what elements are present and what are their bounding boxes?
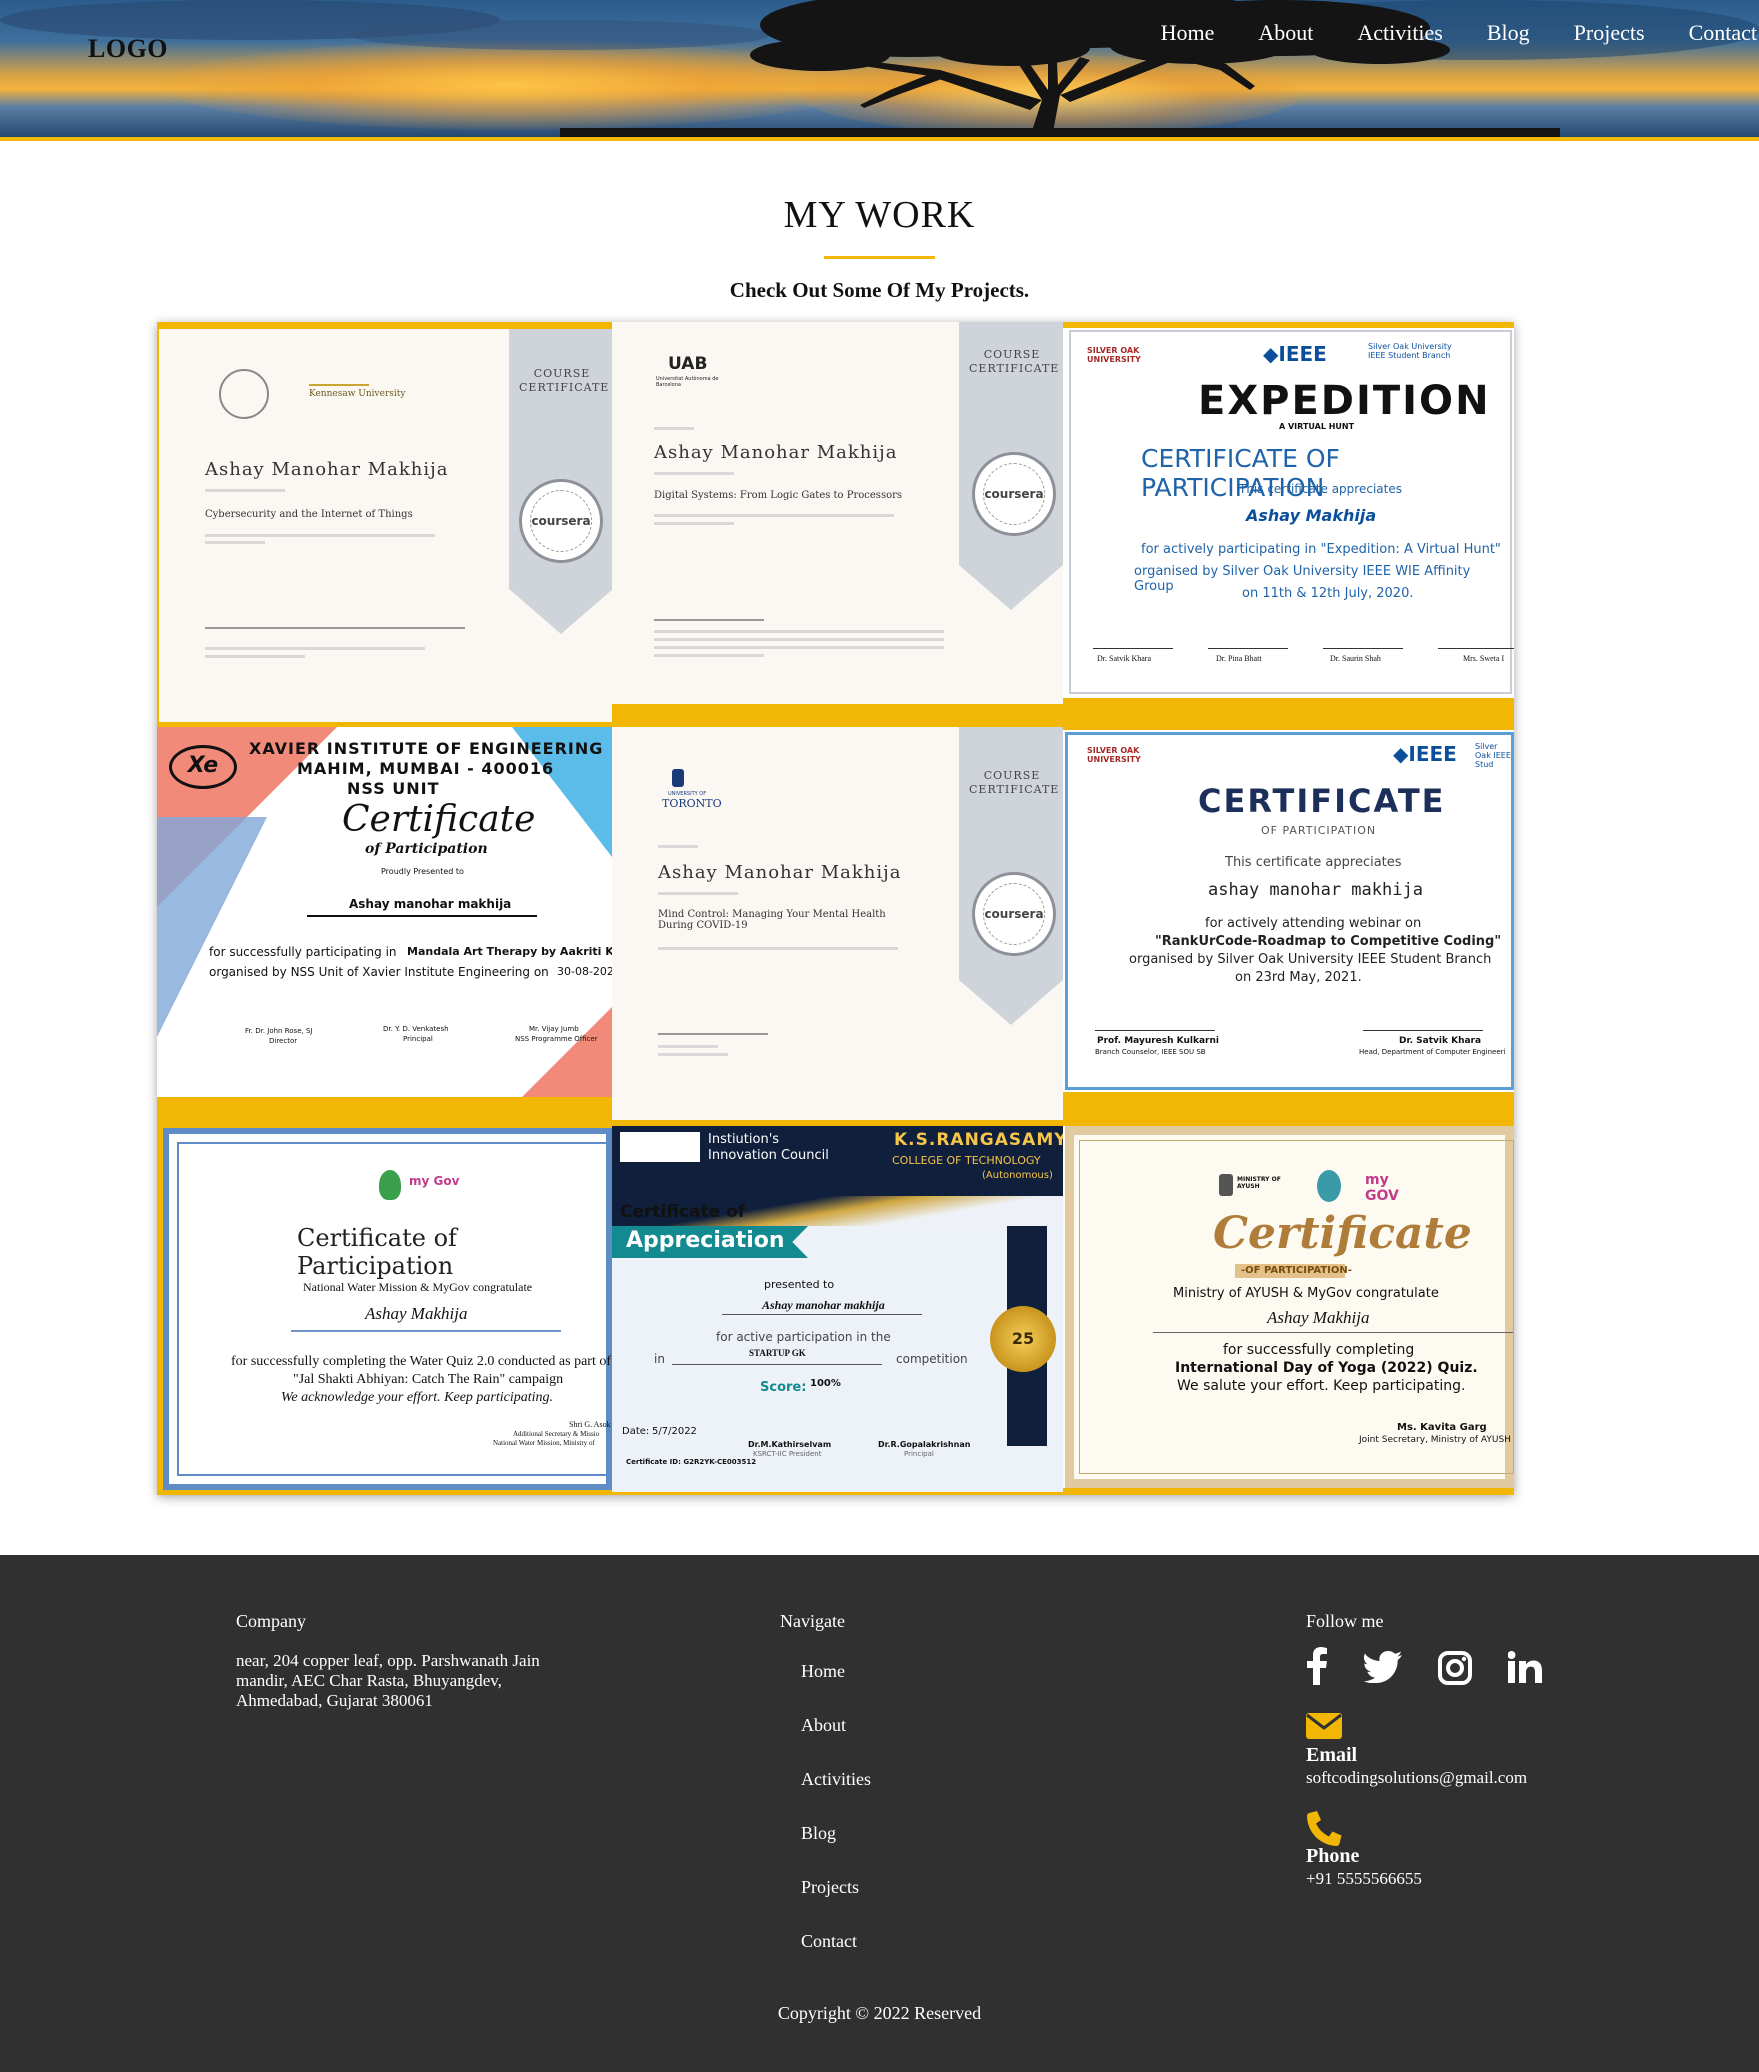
recipient-name: Ashay Makhija xyxy=(1246,506,1377,525)
coursera-seal-icon: coursera xyxy=(519,479,603,563)
footer-nav-contact[interactable]: Contact xyxy=(801,1931,857,1952)
nav-blog[interactable]: Blog xyxy=(1487,20,1530,46)
certificate-label: COURSE CERTIFICATE xyxy=(519,367,610,394)
org-logo: Kennesaw University xyxy=(309,389,406,399)
certificate-card[interactable]: Xe XAVIER INSTITUTE OF ENGINEERING MAHIM… xyxy=(157,727,612,1097)
footer-nav-activities[interactable]: Activities xyxy=(801,1769,871,1790)
recipient-name: Ashay Manohar Makhija xyxy=(654,442,898,463)
site-logo[interactable]: LOGO xyxy=(88,34,168,64)
certificate-card[interactable]: UNIVERSITY OF TORONTO Ashay Manohar Makh… xyxy=(612,727,1063,1120)
footer-nav-projects[interactable]: Projects xyxy=(801,1877,859,1898)
certificate-card[interactable]: my Gov Certificate of Participation Nati… xyxy=(163,1128,612,1490)
university-logo: SILVER OAK UNIVERSITY xyxy=(1087,746,1141,764)
certificate-heading: Certificate of Participation xyxy=(297,1224,457,1280)
iic-logo xyxy=(620,1132,700,1162)
recipient-name: Ashay Makhija xyxy=(365,1304,468,1323)
emblem-icon xyxy=(1219,1174,1233,1196)
linkedin-icon[interactable] xyxy=(1508,1651,1542,1683)
phone-label: Phone xyxy=(1306,1845,1360,1867)
page-subtitle: Check Out Some Of My Projects. xyxy=(729,278,1030,302)
ieee-logo: ◆IEEE xyxy=(1263,342,1327,366)
university-crest-icon xyxy=(672,769,684,787)
email-value[interactable]: softcodingsolutions@gmail.com xyxy=(1306,1768,1527,1788)
footer-address: near, 204 copper leaf, opp. Parshwanath … xyxy=(236,1651,540,1710)
certificate-heading: Certificate xyxy=(342,799,536,840)
instagram-icon[interactable] xyxy=(1438,1651,1472,1685)
course-name: Mind Control: Managing Your Mental Healt… xyxy=(658,909,886,931)
phone-icon xyxy=(1307,1811,1342,1846)
mygov-logo: my GOV xyxy=(1365,1172,1399,1204)
nav-contact[interactable]: Contact xyxy=(1689,20,1757,46)
certificate-heading: CERTIFICATE xyxy=(1198,782,1446,820)
certificate-label: COURSE CERTIFICATE xyxy=(969,769,1060,796)
facebook-icon[interactable] xyxy=(1306,1647,1328,1685)
yoga-logo xyxy=(1317,1170,1341,1202)
mygov-logo xyxy=(379,1170,401,1200)
gold-badge-icon: 25 xyxy=(990,1306,1056,1372)
recipient-name: Ashay Manohar Makhija xyxy=(205,459,449,480)
certificate-card[interactable]: SILVER OAK UNIVERSITY ◆IEEE Silver Oak U… xyxy=(1063,328,1514,698)
footer-nav-about[interactable]: About xyxy=(801,1715,846,1736)
certificate-card[interactable]: Instiution's Innovation Council K.S.RANG… xyxy=(612,1126,1063,1492)
certificate-label: COURSE CERTIFICATE xyxy=(969,348,1060,375)
course-name: Cybersecurity and the Internet of Things xyxy=(205,509,413,520)
certificate-card[interactable]: UAB Universitat Autònoma de Barcelona As… xyxy=(612,322,1063,704)
nav-projects[interactable]: Projects xyxy=(1574,20,1645,46)
recipient-name: Ashay manohar makhija xyxy=(349,897,512,911)
university-seal-icon xyxy=(219,369,269,419)
email-label: Email xyxy=(1306,1744,1358,1766)
nav-home[interactable]: Home xyxy=(1161,20,1215,46)
footer-nav-blog[interactable]: Blog xyxy=(801,1823,836,1844)
certificate-heading: Certificate xyxy=(1213,1208,1472,1259)
event-title: EXPEDITION xyxy=(1198,378,1491,424)
envelope-icon xyxy=(1306,1713,1342,1739)
title-underline xyxy=(824,256,935,259)
header-banner: LOGO Home About Activities Blog Projects… xyxy=(0,0,1759,137)
college-logo: Xe xyxy=(169,745,237,789)
header-accent-line xyxy=(0,137,1759,141)
phone-value[interactable]: +91 5555566655 xyxy=(1306,1869,1422,1889)
nav-activities[interactable]: Activities xyxy=(1357,20,1443,46)
coursera-seal-icon: coursera xyxy=(972,452,1056,536)
site-footer: Company near, 204 copper leaf, opp. Pars… xyxy=(0,1555,1759,2072)
org-logo: UAB xyxy=(668,354,708,374)
recipient-name: Ashay Makhija xyxy=(1267,1308,1370,1327)
coursera-seal-icon: coursera xyxy=(972,872,1056,956)
certificate-card[interactable]: MINISTRY OF AYUSH my GOV Certificate -OF … xyxy=(1063,1126,1514,1488)
ieee-logo: ◆IEEE xyxy=(1393,742,1457,766)
certificate-card[interactable]: SILVER OAK UNIVERSITY ◆IEEE Silver Oak I… xyxy=(1063,730,1514,1092)
recipient-name: Ashay manohar makhija xyxy=(762,1298,885,1312)
projects-gallery: Kennesaw University Ashay Manohar Makhij… xyxy=(157,322,1514,1495)
recipient-name: Ashay Manohar Makhija xyxy=(658,862,902,883)
footer-navigate-heading: Navigate xyxy=(780,1611,845,1631)
copyright: Copyright © 2022 Reserved xyxy=(777,2003,982,2023)
main-nav: Home About Activities Blog Projects Cont… xyxy=(1139,20,1759,46)
university-logo: SILVER OAK UNIVERSITY xyxy=(1087,346,1141,364)
certificate-card[interactable]: Kennesaw University Ashay Manohar Makhij… xyxy=(159,329,612,722)
twitter-icon[interactable] xyxy=(1364,1651,1402,1683)
course-name: Digital Systems: From Logic Gates to Pro… xyxy=(654,490,903,501)
nav-about[interactable]: About xyxy=(1258,20,1313,46)
footer-nav-home[interactable]: Home xyxy=(801,1661,845,1682)
recipient-name: ashay manohar makhija xyxy=(1208,880,1423,900)
page-title: MY WORK xyxy=(783,194,976,236)
footer-follow-heading: Follow me xyxy=(1306,1611,1384,1631)
footer-company-heading: Company xyxy=(236,1611,306,1631)
